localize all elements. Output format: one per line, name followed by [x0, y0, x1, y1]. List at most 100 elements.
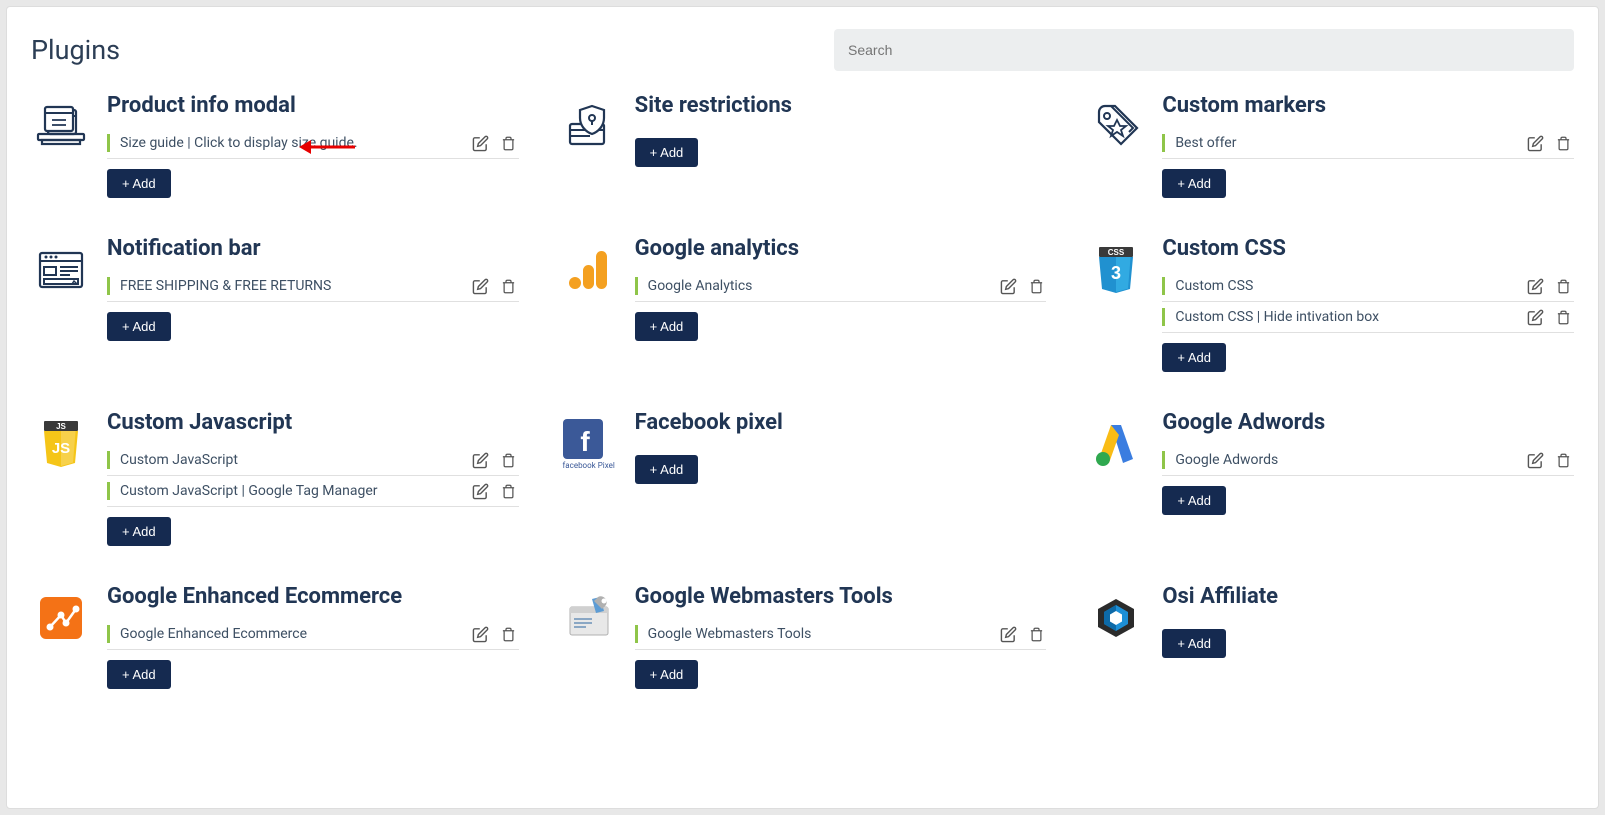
plugin-card: CSS3Custom CSSCustom CSSCustom CSS | Hid… — [1086, 236, 1574, 372]
plugin-item-text: Custom CSS — [1175, 278, 1518, 294]
delete-icon[interactable] — [499, 624, 519, 644]
plugin-icon-g-enhanced — [31, 588, 91, 648]
svg-text:JS: JS — [52, 440, 70, 457]
item-bar — [107, 625, 110, 643]
delete-icon[interactable] — [1554, 133, 1574, 153]
add-button[interactable]: + Add — [635, 455, 699, 484]
item-bar — [107, 134, 110, 152]
plugin-item-text: Google Webmasters Tools — [648, 626, 991, 642]
plugin-item-row: Custom JavaScript | Google Tag Manager — [107, 476, 519, 507]
plugin-title: Site restrictions — [635, 93, 1047, 118]
edit-icon[interactable] — [471, 450, 491, 470]
plugin-item-row: FREE SHIPPING & FREE RETURNS — [107, 271, 519, 302]
plugin-icon-site-restrict — [559, 97, 619, 157]
delete-icon[interactable] — [1026, 276, 1046, 296]
plugin-card: Site restrictions + Add — [559, 93, 1047, 198]
plugin-card: Google Enhanced EcommerceGoogle Enhanced… — [31, 584, 519, 689]
page-title: Plugins — [31, 34, 120, 66]
add-button[interactable]: + Add — [1162, 629, 1226, 658]
edit-icon[interactable] — [471, 481, 491, 501]
add-button[interactable]: + Add — [107, 312, 171, 341]
plugin-item-row: Google Webmasters Tools — [635, 619, 1047, 650]
plugin-icon-notif-bar — [31, 240, 91, 300]
plugin-item-text: Custom JavaScript | Google Tag Manager — [120, 483, 463, 499]
item-bar — [1162, 134, 1165, 152]
delete-icon[interactable] — [499, 481, 519, 501]
delete-icon[interactable] — [499, 133, 519, 153]
plugin-card: Notification bar FREE SHIPPING & FREE RET… — [31, 236, 519, 372]
plugin-item-text: Google Analytics — [648, 278, 991, 294]
plugin-icon-adwords — [1086, 414, 1146, 474]
plugin-card: Google analytics Google Analytics + Add — [559, 236, 1047, 372]
plugin-title: Notification bar — [107, 236, 519, 261]
edit-icon[interactable] — [998, 276, 1018, 296]
edit-icon[interactable] — [1526, 276, 1546, 296]
plugin-icon-webmasters — [559, 588, 619, 648]
delete-icon[interactable] — [499, 450, 519, 470]
add-button[interactable]: + Add — [1162, 486, 1226, 515]
delete-icon[interactable] — [1554, 450, 1574, 470]
plugin-item-row: Custom CSS | Hide intivation box — [1162, 302, 1574, 333]
add-button[interactable]: + Add — [635, 138, 699, 167]
edit-icon[interactable] — [471, 624, 491, 644]
plugin-icon-markers — [1086, 97, 1146, 157]
add-button[interactable]: + Add — [635, 312, 699, 341]
item-bar — [635, 277, 638, 295]
plugin-title: Facebook pixel — [635, 410, 1047, 435]
plugin-icon-css: CSS 3 — [1086, 240, 1146, 300]
plugin-item-row: Best offer — [1162, 128, 1574, 159]
add-button[interactable]: + Add — [107, 517, 171, 546]
plugin-icon-fb-pixel: ffacebook Pixel — [559, 414, 619, 474]
delete-icon[interactable] — [499, 276, 519, 296]
plugin-title: Custom markers — [1162, 93, 1574, 118]
plugin-item-text: Google Adwords — [1175, 452, 1518, 468]
item-bar — [635, 625, 638, 643]
item-bar — [107, 451, 110, 469]
edit-icon[interactable] — [1526, 450, 1546, 470]
edit-icon[interactable] — [471, 133, 491, 153]
plugin-card: Custom markers Best offer + Add — [1086, 93, 1574, 198]
plugin-item-text: Custom JavaScript — [120, 452, 463, 468]
plugin-item-row: Google Analytics — [635, 271, 1047, 302]
plugin-card: Product info modal Size guide | Click to … — [31, 93, 519, 198]
search-input[interactable] — [834, 29, 1574, 71]
add-button[interactable]: + Add — [107, 660, 171, 689]
plugin-title: Osi Affiliate — [1162, 584, 1574, 609]
plugin-item-text: Google Enhanced Ecommerce — [120, 626, 463, 642]
item-bar — [1162, 451, 1165, 469]
add-button[interactable]: + Add — [635, 660, 699, 689]
edit-icon[interactable] — [998, 624, 1018, 644]
delete-icon[interactable] — [1026, 624, 1046, 644]
add-button[interactable]: + Add — [1162, 343, 1226, 372]
plugin-icon-product-info — [31, 97, 91, 157]
plugin-title: Product info modal — [107, 93, 519, 118]
plugin-card: ffacebook Pixel Facebook pixel + Add — [559, 410, 1047, 546]
edit-icon[interactable] — [1526, 133, 1546, 153]
svg-text:3: 3 — [1111, 263, 1121, 283]
plugin-item-row: Google Enhanced Ecommerce — [107, 619, 519, 650]
svg-text:CSS: CSS — [1108, 248, 1125, 257]
plugin-title: Custom Javascript — [107, 410, 519, 435]
svg-text:JS: JS — [56, 422, 66, 431]
add-button[interactable]: + Add — [1162, 169, 1226, 198]
plugin-card: Google Adwords Google Adwords + Add — [1086, 410, 1574, 546]
add-button[interactable]: + Add — [107, 169, 171, 198]
plugin-icon-g-analytics — [559, 240, 619, 300]
annotation-arrow — [297, 135, 357, 159]
plugin-item-text: Custom CSS | Hide intivation box — [1175, 309, 1518, 325]
item-bar — [107, 277, 110, 295]
plugin-card: Google Webmasters Tools Google Webmasters… — [559, 584, 1047, 689]
delete-icon[interactable] — [1554, 276, 1574, 296]
delete-icon[interactable] — [1554, 307, 1574, 327]
plugin-title: Google analytics — [635, 236, 1047, 261]
plugin-title: Google Adwords — [1162, 410, 1574, 435]
plugin-title: Google Webmasters Tools — [635, 584, 1047, 609]
item-bar — [107, 482, 110, 500]
svg-text:f: f — [580, 426, 590, 457]
plugin-item-text: Size guide | Click to display size guide… — [120, 135, 463, 151]
plugin-item-row: Custom CSS — [1162, 271, 1574, 302]
edit-icon[interactable] — [1526, 307, 1546, 327]
plugin-card: Osi Affiliate + Add — [1086, 584, 1574, 689]
plugin-item-text: Best offer — [1175, 135, 1518, 151]
edit-icon[interactable] — [471, 276, 491, 296]
